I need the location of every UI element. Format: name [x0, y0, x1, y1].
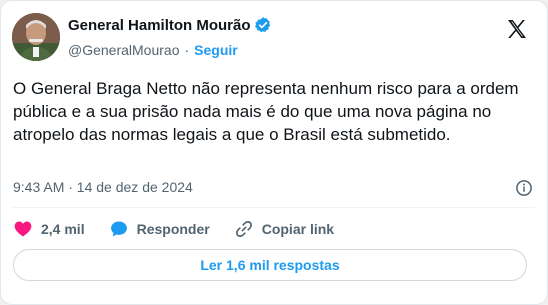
author-names: General Hamilton Mourão @GeneralMourao ·… — [68, 15, 272, 60]
read-replies-button[interactable]: Ler 1,6 mil respostas — [13, 249, 527, 281]
info-icon[interactable] — [515, 179, 533, 197]
author-avatar[interactable] — [12, 13, 60, 61]
handle-separator: · — [184, 42, 190, 58]
tweet-timestamp[interactable]: 9:43 AM · 14 de dez de 2024 — [13, 179, 193, 195]
follow-button[interactable]: Seguir — [194, 42, 238, 58]
tweet-card: General Hamilton Mourão @GeneralMourao ·… — [0, 0, 548, 305]
link-icon — [234, 219, 254, 239]
tweet-text: O General Braga Netto não representa nen… — [13, 79, 519, 144]
like-count: 2,4 mil — [41, 221, 85, 237]
speech-bubble-icon — [109, 219, 129, 239]
tweet-actions: 2,4 mil Responder Copiar link — [13, 217, 358, 241]
tweet-header: General Hamilton Mourão @GeneralMourao ·… — [12, 13, 535, 65]
author-handle[interactable]: @GeneralMourao — [68, 42, 180, 58]
copy-link-label: Copiar link — [261, 221, 335, 237]
verified-badge-icon — [254, 16, 272, 34]
x-logo-icon[interactable] — [505, 17, 529, 41]
like-button[interactable]: 2,4 mil — [13, 219, 85, 239]
copy-link-button[interactable]: Copiar link — [234, 219, 334, 239]
reply-button[interactable]: Responder — [109, 219, 210, 239]
heart-icon — [13, 219, 33, 239]
reply-label: Responder — [136, 221, 210, 237]
divider — [13, 207, 535, 208]
author-display-name[interactable]: General Hamilton Mourão — [68, 17, 251, 34]
